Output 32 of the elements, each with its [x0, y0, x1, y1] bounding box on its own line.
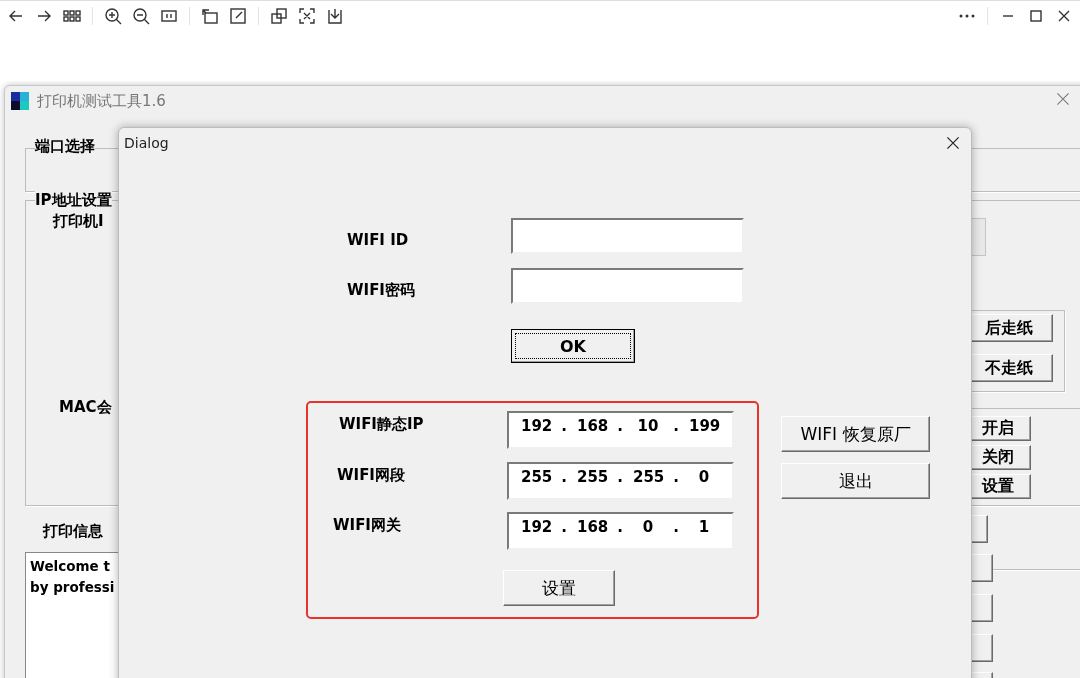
- button[interactable]: WIFI 恢复原厂: [781, 416, 930, 452]
- dialog-title: Dialog: [124, 135, 169, 151]
- download-icon[interactable]: [325, 6, 345, 26]
- log-text: Welcome t: [30, 557, 111, 576]
- rotate-icon[interactable]: [200, 6, 220, 26]
- field-label: WIFI网段: [337, 465, 405, 485]
- input-field[interactable]: [511, 218, 744, 254]
- input-field[interactable]: [511, 268, 744, 304]
- zoom-in-icon[interactable]: [103, 6, 123, 26]
- group-label: 端口选择: [35, 136, 95, 156]
- field-label: 打印机I: [53, 211, 104, 231]
- field-label: WIFI静态IP: [339, 414, 424, 434]
- window-title: 打印机测试工具1.6: [37, 91, 166, 112]
- ip-address-field[interactable]: 192 . 168 . 10 . 199: [507, 411, 734, 449]
- zoom-out-icon[interactable]: [131, 6, 151, 26]
- ip-address-field[interactable]: 255 . 255 . 255 . 0: [507, 462, 734, 500]
- field-label: WIFI ID: [347, 230, 409, 250]
- scan-icon[interactable]: [297, 6, 317, 26]
- translate-icon[interactable]: [269, 6, 289, 26]
- log-text: by professi: [30, 578, 115, 597]
- close-icon[interactable]: [945, 135, 961, 151]
- ip-address-field[interactable]: 192 . 168 . 0 . 1: [507, 512, 734, 550]
- field-label: MAC会: [59, 397, 112, 417]
- group-label: IP地址设置: [35, 190, 112, 210]
- edit-icon[interactable]: [228, 6, 248, 26]
- ok-button[interactable]: OK: [511, 329, 635, 363]
- field-label: WIFI网关: [333, 515, 401, 535]
- button[interactable]: 退出: [781, 463, 930, 499]
- section-label: 打印信息: [43, 521, 103, 541]
- field-label: WIFI密码: [347, 280, 415, 300]
- set-button[interactable]: 设置: [503, 570, 615, 606]
- cubes-icon: [10, 91, 30, 111]
